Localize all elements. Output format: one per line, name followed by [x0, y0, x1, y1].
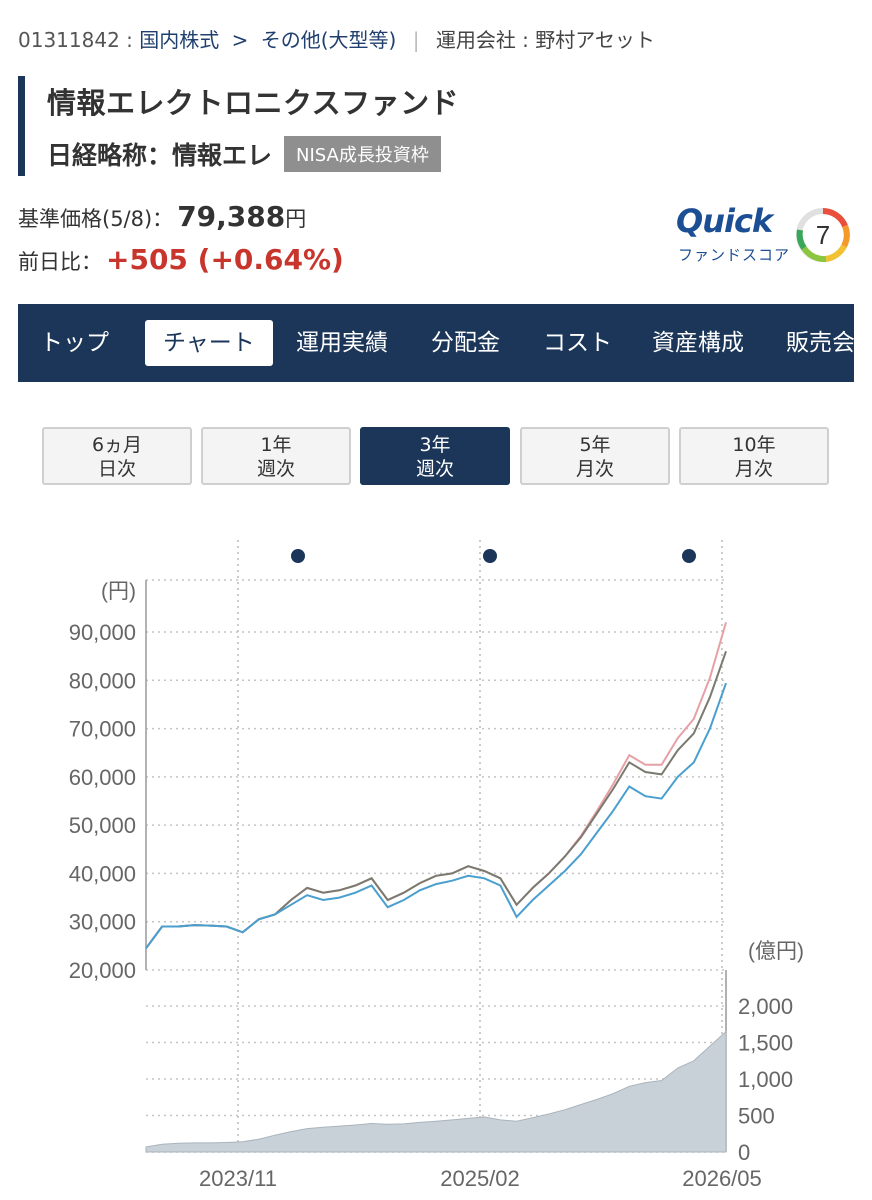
fund-title-block: 情報エレクトロニクスファンド 日経略称：情報エレ NISA成長投資枠 — [18, 76, 459, 176]
period-interval: 月次 — [734, 458, 773, 480]
tab-distribution[interactable]: 分配金 — [431, 320, 500, 366]
dividend-reinvested-line — [145, 622, 727, 949]
fund-score-label: ファンドスコア — [678, 246, 791, 264]
dividend-marker — [682, 549, 696, 563]
y-tick-label: 30,000 — [69, 910, 136, 935]
x-tick-label: 2023/11 — [199, 1166, 277, 1190]
period-5y-monthly-button[interactable]: 5年 月次 — [520, 427, 670, 485]
y-tick-label: 80,000 — [69, 668, 136, 693]
y-tick-label: 60,000 — [69, 765, 136, 790]
tab-top[interactable]: トップ — [40, 320, 109, 366]
net-assets-area — [145, 1030, 727, 1153]
y-axis-unit: (円) — [101, 580, 136, 603]
base-price-value: 79,388 — [177, 200, 286, 233]
y2-tick-label: 2,000 — [738, 994, 793, 1019]
change-value: +505 (+0.64%) — [106, 243, 344, 276]
nav-line — [145, 682, 727, 949]
main-nav: トップ チャート 運用実績 分配金 コスト 資産構成 販売会 — [18, 304, 854, 382]
score-ring-icon: 7 — [796, 208, 850, 263]
y-tick-label: 90,000 — [69, 620, 136, 645]
tab-sales-companies[interactable]: 販売会 — [786, 320, 854, 366]
period-label: 6ヵ月 — [91, 434, 143, 456]
price-chart[interactable]: (円) 20,000 30,000 40,000 50,000 60,000 70,000 8… — [0, 530, 872, 1190]
y2-tick-label: 500 — [738, 1104, 775, 1129]
tab-performance[interactable]: 運用実績 — [296, 320, 388, 366]
period-label: 5年 — [579, 434, 611, 456]
y-tick-label: 20,000 — [69, 958, 136, 983]
period-3y-weekly-button[interactable]: 3年 週次 — [360, 427, 510, 485]
quick-logo: Quick — [676, 202, 773, 240]
period-interval: 日次 — [97, 458, 136, 480]
adjusted-nav-line — [145, 650, 727, 949]
period-6m-daily-button[interactable]: 6ヵ月 日次 — [42, 427, 192, 485]
x-tick-label: 2025/02 — [440, 1166, 520, 1190]
fund-score-value: 7 — [816, 220, 830, 250]
nisa-badge: NISA成長投資枠 — [284, 136, 441, 172]
price-block: 基準価格(5/8)： 79,388 円 前日比： +505 (+0.64%) — [18, 200, 344, 276]
period-label: 3年 — [419, 434, 451, 456]
quick-fund-score[interactable]: Quick ファンドスコア 7 — [676, 202, 856, 266]
y-tick-label: 70,000 — [69, 717, 136, 742]
tab-asset-composition[interactable]: 資産構成 — [652, 320, 744, 366]
management-company: 運用会社 : 野村アセット — [435, 28, 655, 52]
fund-code: 01311842 : — [18, 28, 133, 52]
period-1y-weekly-button[interactable]: 1年 週次 — [201, 427, 351, 485]
page-title: 情報エレクトロニクスファンド — [47, 86, 460, 120]
period-label: 10年 — [732, 434, 776, 456]
x-tick-label: 2026/05 — [682, 1166, 762, 1190]
breadcrumb: 01311842 : 国内株式 > その他(大型等) | 運用会社 : 野村アセ… — [18, 24, 655, 53]
period-10y-monthly-button[interactable]: 10年 月次 — [679, 427, 829, 485]
breadcrumb-subcategory-link[interactable]: その他(大型等) — [261, 28, 397, 52]
base-price-label: 基準価格(5/8)： — [18, 207, 174, 231]
y2-tick-label: 0 — [738, 1140, 750, 1165]
change-label: 前日比： — [18, 250, 102, 274]
y2-tick-label: 1,000 — [738, 1067, 793, 1092]
period-interval: 週次 — [256, 458, 295, 480]
nikkei-abbreviation: 日経略称：情報エレ — [47, 141, 273, 170]
period-label: 1年 — [260, 434, 292, 456]
breadcrumb-category-link[interactable]: 国内株式 — [139, 28, 219, 52]
tab-cost[interactable]: コスト — [543, 320, 612, 366]
y2-axis-unit: (億円) — [748, 940, 804, 963]
dividend-marker — [483, 549, 497, 563]
tab-chart[interactable]: チャート — [145, 320, 273, 366]
breadcrumb-divider: | — [412, 28, 420, 52]
y-tick-label: 50,000 — [69, 813, 136, 838]
y-tick-label: 40,000 — [69, 861, 136, 886]
period-interval: 週次 — [415, 458, 454, 480]
period-interval: 月次 — [575, 458, 614, 480]
y2-tick-label: 1,500 — [738, 1031, 793, 1056]
dividend-marker — [291, 549, 305, 563]
breadcrumb-separator: > — [231, 28, 249, 52]
base-price-unit: 円 — [285, 207, 307, 231]
